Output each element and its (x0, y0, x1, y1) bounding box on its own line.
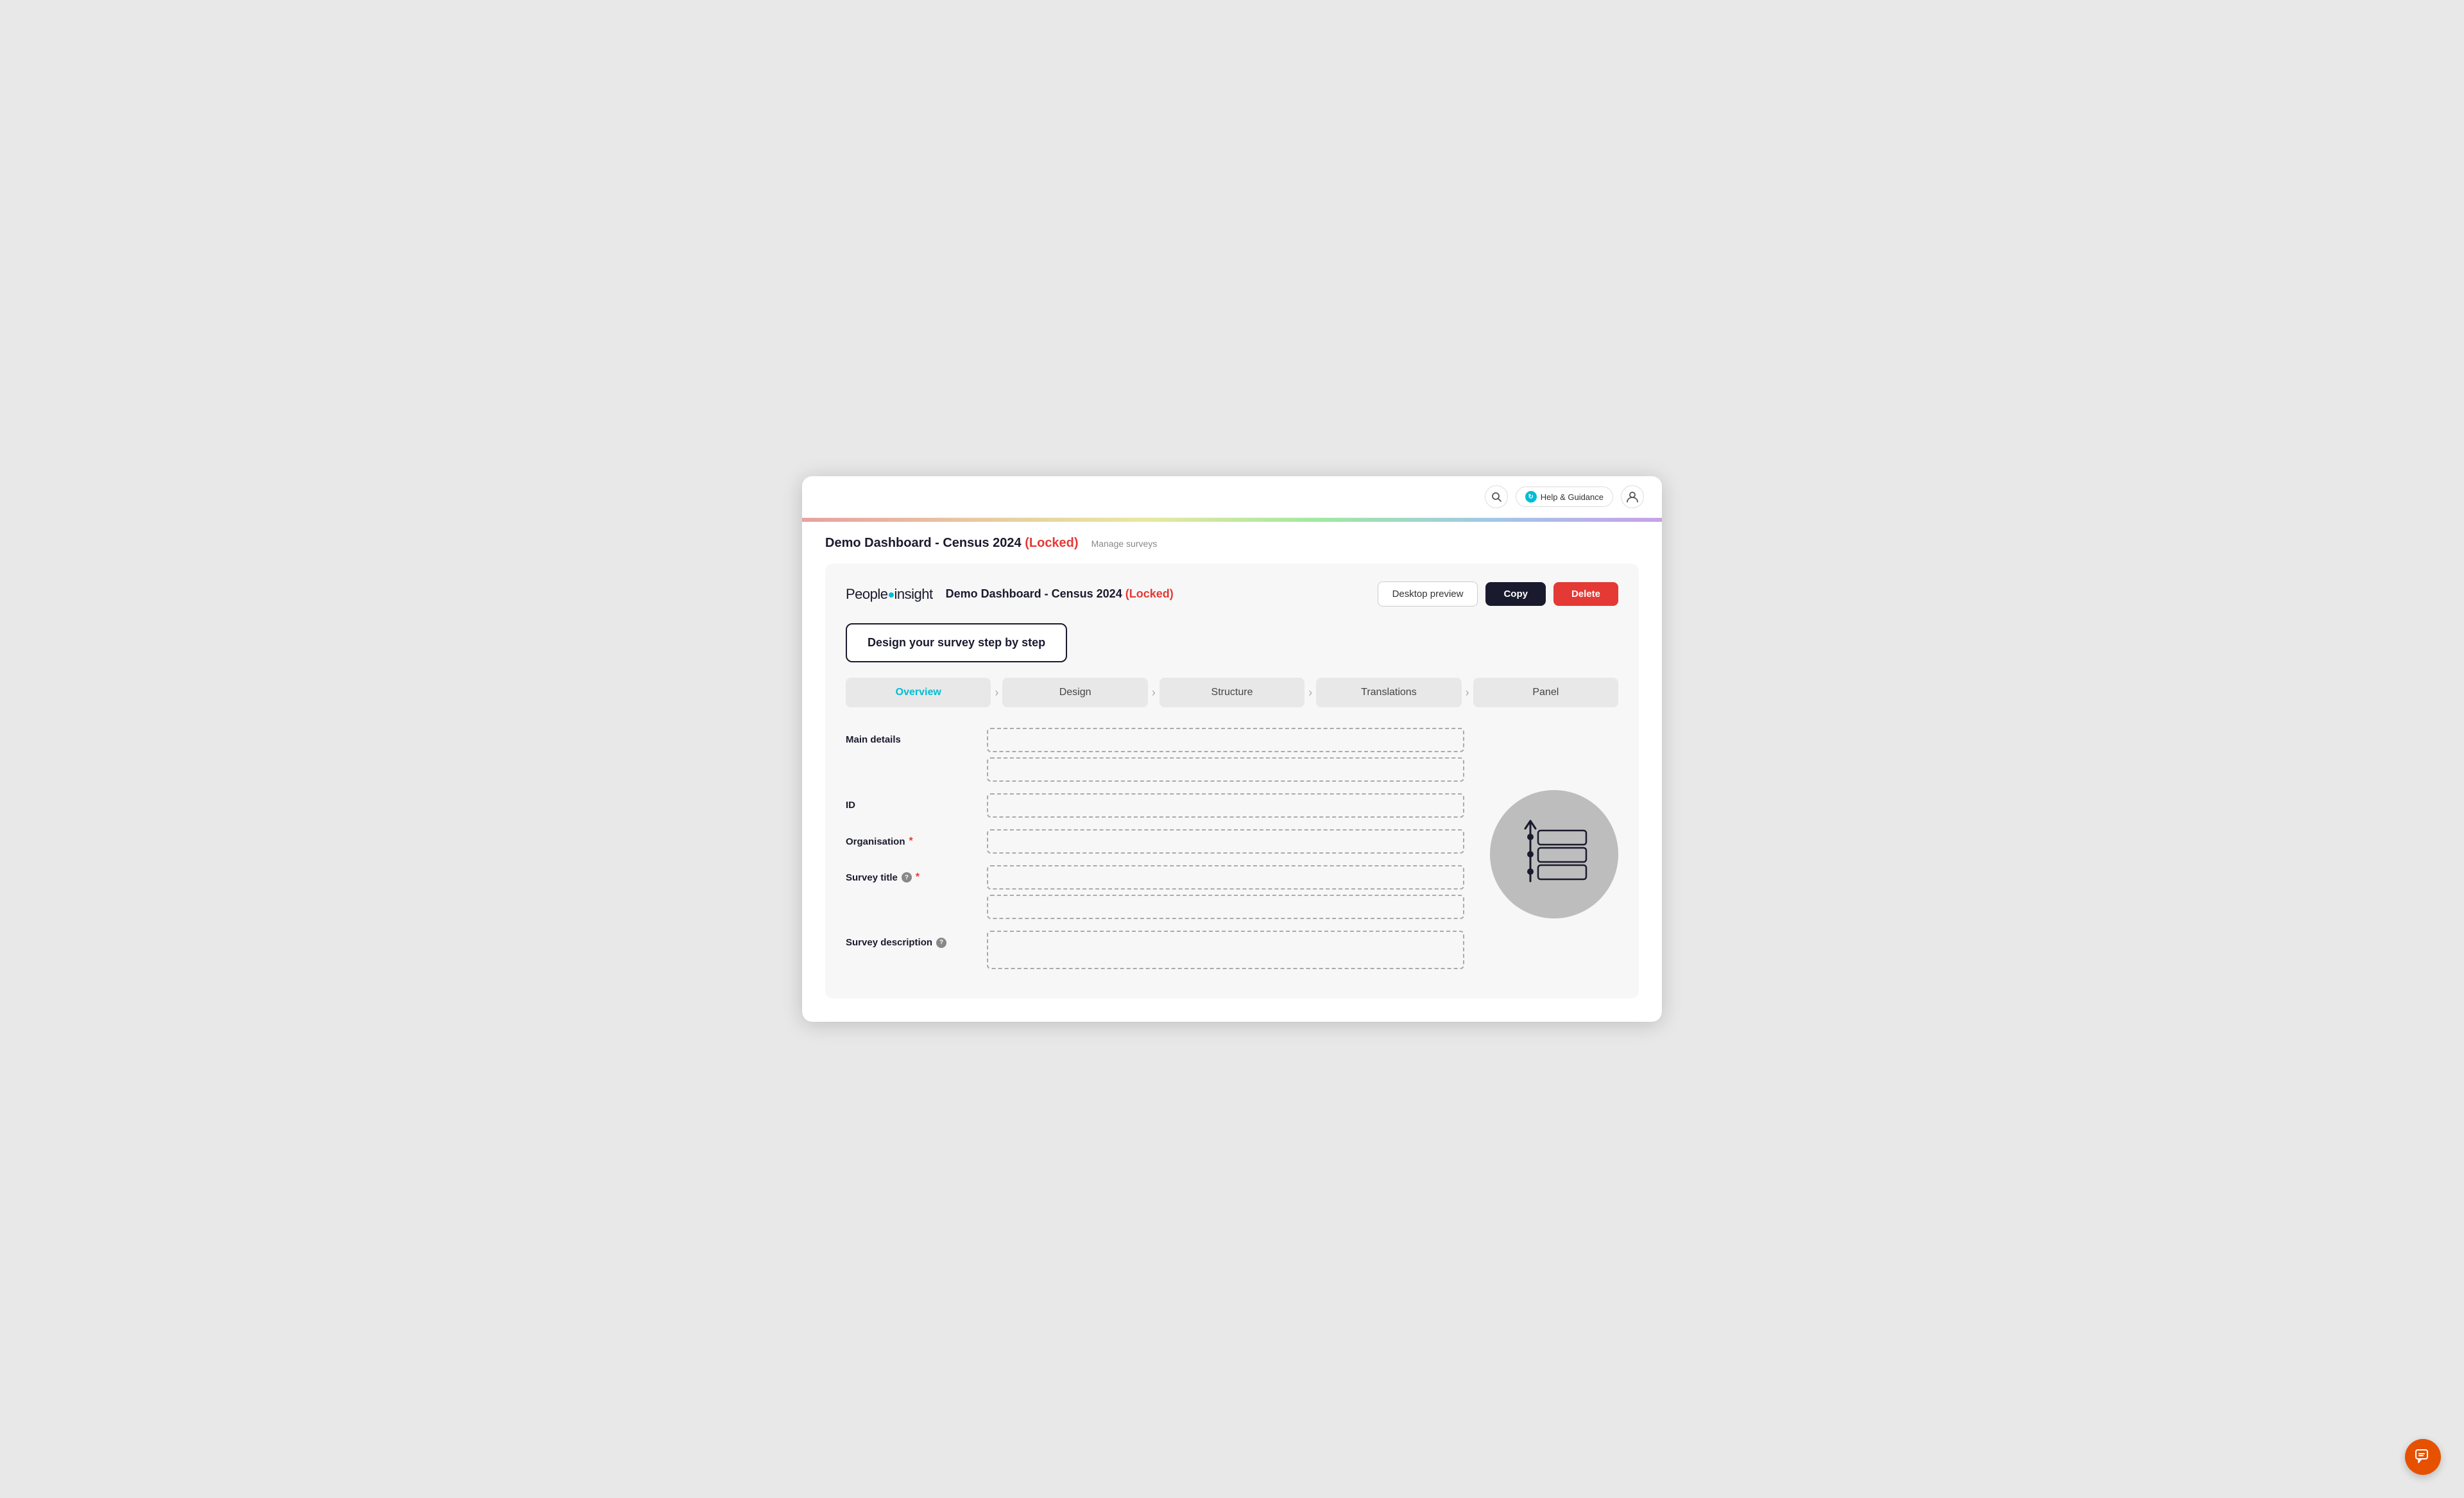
page-title-text: Demo Dashboard - Census 2024 (825, 536, 1022, 550)
survey-title-field-2[interactable] (987, 895, 1464, 919)
arrow-4: › (1462, 686, 1473, 700)
organisation-field[interactable] (987, 829, 1464, 854)
step-panel-button[interactable]: Panel (1473, 678, 1618, 707)
step-item-translations: Translations (1316, 678, 1461, 707)
card-actions: Desktop preview Copy Delete (1378, 581, 1618, 607)
desktop-preview-button[interactable]: Desktop preview (1378, 581, 1478, 607)
design-step-box: Design your survey step by step (846, 623, 1067, 662)
main-details-label: Main details (846, 728, 974, 745)
copy-button[interactable]: Copy (1485, 582, 1546, 606)
brand-logo: Peopleinsight (846, 586, 933, 603)
organisation-label: Organisation * (846, 829, 974, 847)
step-structure-button[interactable]: Structure (1159, 678, 1305, 707)
illustration (1490, 728, 1618, 981)
search-button[interactable] (1485, 485, 1508, 508)
step-overview-button[interactable]: Overview (846, 678, 991, 707)
illustration-circle (1490, 790, 1618, 918)
help-label: Help & Guidance (1541, 492, 1604, 502)
step-item-panel: Panel (1473, 678, 1618, 707)
top-bar: ↻ Help & Guidance (802, 476, 1662, 518)
user-icon (1626, 490, 1639, 503)
survey-description-field[interactable] (987, 931, 1464, 969)
survey-icon (1512, 813, 1596, 896)
delete-button[interactable]: Delete (1553, 582, 1618, 606)
top-bar-actions: ↻ Help & Guidance (1485, 485, 1644, 508)
help-icon: ↻ (1525, 491, 1537, 503)
id-row: ID (846, 793, 1464, 818)
page-title: Demo Dashboard - Census 2024 (Locked) (825, 536, 1079, 551)
id-label: ID (846, 793, 974, 811)
main-details-text: Main details (846, 734, 901, 745)
step-item-structure: Structure (1159, 678, 1305, 707)
survey-title-label: Survey title ? * (846, 865, 974, 883)
arrow-2: › (1148, 686, 1159, 700)
form-fields: Main details ID (846, 728, 1464, 981)
survey-title-field-1[interactable] (987, 865, 1464, 890)
survey-title-info-icon: ? (902, 872, 912, 882)
survey-title-input-area (987, 865, 1464, 919)
survey-description-row: Survey description ? (846, 931, 1464, 969)
id-input-area (987, 793, 1464, 818)
steps-nav: Overview › Design › Structure › Translat… (846, 678, 1618, 707)
page-header: Demo Dashboard - Census 2024 (Locked) Ma… (802, 522, 1662, 557)
step-translations-button[interactable]: Translations (1316, 678, 1461, 707)
user-button[interactable] (1621, 485, 1644, 508)
manage-surveys-link[interactable]: Manage surveys (1091, 538, 1158, 549)
step-item-overview: Overview (846, 678, 991, 707)
organisation-input-area (987, 829, 1464, 854)
survey-title-row: Survey title ? * (846, 865, 1464, 919)
step-item-design: Design (1002, 678, 1147, 707)
main-details-field-1[interactable] (987, 728, 1464, 752)
survey-title-required: * (916, 872, 920, 883)
main-details-field-2[interactable] (987, 757, 1464, 782)
organisation-required: * (909, 836, 913, 847)
main-card: Peopleinsight Demo Dashboard - Census 20… (825, 564, 1639, 999)
brand-title-group: Peopleinsight Demo Dashboard - Census 20… (846, 586, 1174, 603)
locked-badge: (Locked) (1025, 536, 1078, 550)
survey-description-label: Survey description ? (846, 931, 974, 948)
main-details-input-area (987, 728, 1464, 782)
help-button[interactable]: ↻ Help & Guidance (1516, 486, 1613, 507)
design-step-label: Design your survey step by step (868, 636, 1045, 649)
search-icon (1491, 492, 1502, 502)
organisation-row: Organisation * (846, 829, 1464, 854)
card-locked-badge: (Locked) (1125, 587, 1174, 600)
chat-button[interactable] (2405, 1439, 2441, 1475)
step-design-button[interactable]: Design (1002, 678, 1147, 707)
card-survey-title-text: Demo Dashboard - Census 2024 (946, 587, 1122, 600)
logo-dot (889, 592, 894, 598)
form-area: Main details ID (846, 728, 1618, 981)
survey-description-info-icon: ? (936, 938, 946, 948)
card-survey-title: Demo Dashboard - Census 2024 (Locked) (946, 587, 1174, 601)
main-details-row: Main details (846, 728, 1464, 782)
chat-icon (2415, 1449, 2431, 1465)
arrow-1: › (991, 686, 1002, 700)
survey-description-input-area (987, 931, 1464, 969)
id-field[interactable] (987, 793, 1464, 818)
main-window: ↻ Help & Guidance Demo Dashboard - Censu… (802, 476, 1662, 1022)
arrow-3: › (1305, 686, 1316, 700)
card-header: Peopleinsight Demo Dashboard - Census 20… (846, 581, 1618, 607)
